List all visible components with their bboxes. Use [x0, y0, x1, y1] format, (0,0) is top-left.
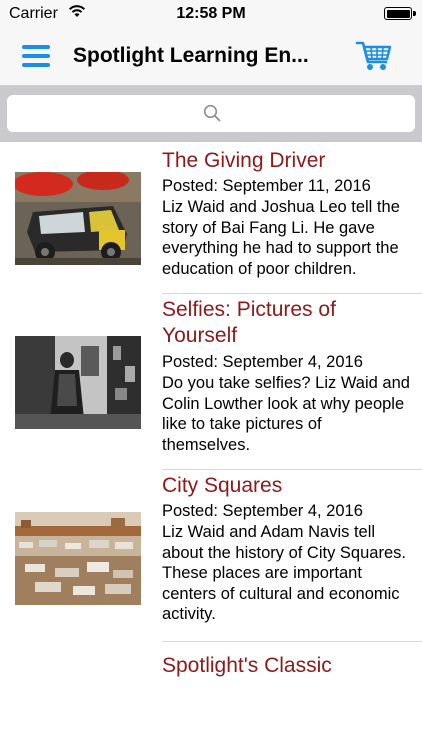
- article-posted-date: Posted: September 4, 2016: [162, 502, 363, 520]
- article-posted-date: Posted: September 4, 2016: [162, 353, 363, 371]
- article-title[interactable]: City Squares: [162, 473, 412, 499]
- page-title: Spotlight Learning En...: [73, 44, 309, 67]
- status-bar: Carrier 12:58 PM: [0, 0, 422, 28]
- article-summary: Liz Waid and Adam Navis tell about the h…: [162, 523, 406, 623]
- search-bar: [0, 86, 422, 142]
- battery-icon: [384, 7, 416, 20]
- shopping-cart-icon[interactable]: [355, 38, 393, 74]
- article-thumbnail: [15, 336, 141, 429]
- article-thumbnail: [15, 172, 141, 265]
- search-field[interactable]: [7, 95, 419, 134]
- article-title[interactable]: Spotlight's Classic: [162, 653, 412, 679]
- article-title[interactable]: The Giving Driver: [162, 148, 412, 174]
- hamburger-menu-icon[interactable]: [22, 44, 50, 68]
- search-input[interactable]: [7, 95, 419, 134]
- article-posted-date: Posted: September 11, 2016: [162, 177, 371, 195]
- article-summary: Liz Waid and Joshua Leo tell the story o…: [162, 198, 400, 278]
- article-summary: Do you take selfies? Liz Waid and Colin …: [162, 374, 410, 454]
- article-thumbnail: [15, 512, 141, 605]
- navigation-bar: Spotlight Learning En...: [0, 28, 422, 86]
- article-item-giving-driver[interactable]: The Giving Driver Posted: September 11, …: [0, 142, 422, 294]
- article-thumbnail: [15, 677, 141, 682]
- article-item-city-squares[interactable]: City Squares Posted: September 4, 2016 L…: [0, 470, 422, 642]
- status-time: 12:58 PM: [176, 5, 246, 22]
- article-item-spotlights-classic[interactable]: Spotlight's Classic: [0, 642, 422, 750]
- article-title[interactable]: Selfies: Pictures of Yourself: [162, 297, 412, 349]
- article-item-selfies[interactable]: Selfies: Pictures of Yourself Posted: Se…: [0, 294, 422, 470]
